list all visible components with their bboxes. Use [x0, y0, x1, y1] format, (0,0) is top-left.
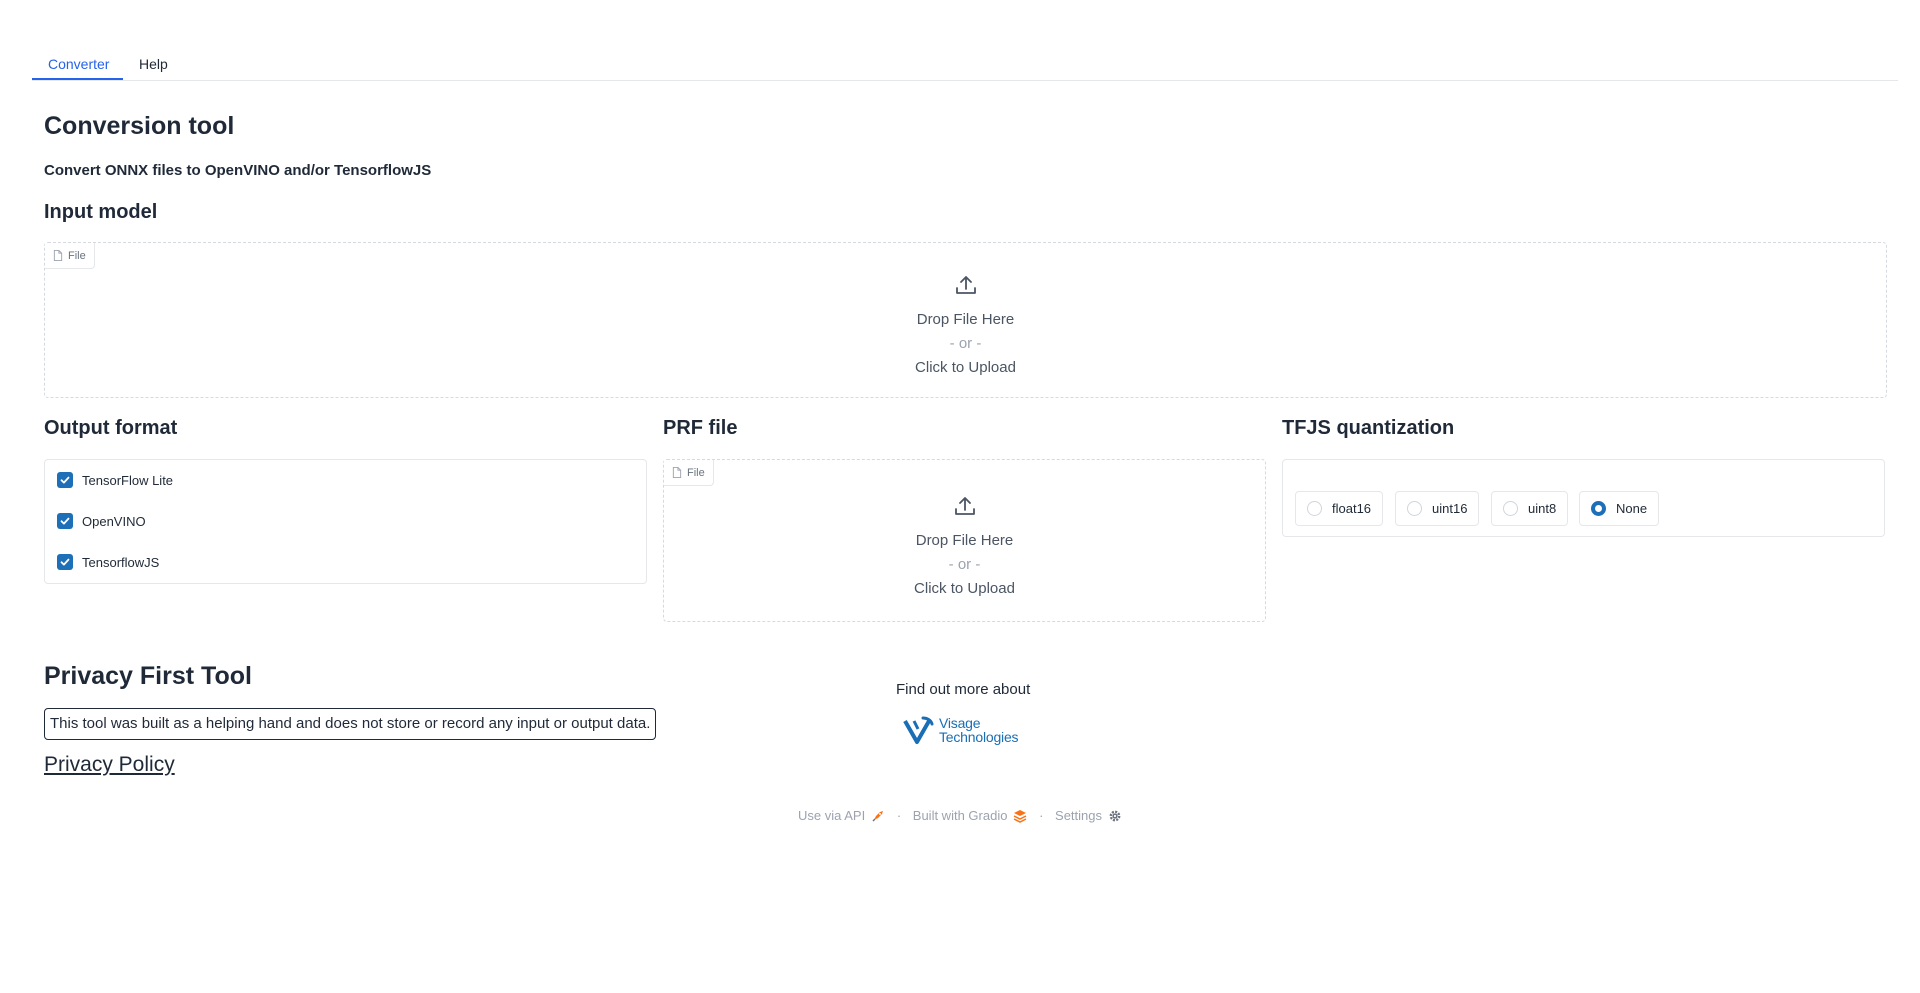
- settings-link[interactable]: Settings: [1055, 808, 1122, 823]
- radio-uint16[interactable]: uint16: [1395, 491, 1480, 526]
- checkbox-checked-icon: [57, 554, 73, 570]
- radio-none[interactable]: None: [1579, 491, 1660, 526]
- radio-label: None: [1616, 501, 1648, 516]
- output-format-heading: Output format: [44, 417, 178, 439]
- upload-icon: [664, 494, 1265, 523]
- prf-file-heading: PRF file: [663, 417, 738, 439]
- file-chip: File: [45, 243, 95, 269]
- separator: ·: [896, 808, 902, 823]
- input-model-heading: Input model: [44, 201, 158, 223]
- radio-unchecked-icon: [1307, 501, 1322, 516]
- gradio-logo-icon: [1014, 809, 1027, 823]
- privacy-statement: This tool was built as a helping hand an…: [44, 708, 657, 740]
- separator: ·: [1039, 808, 1044, 823]
- page-subtitle: Convert ONNX files to OpenVINO and/or Te…: [44, 162, 432, 179]
- checkbox-label: TensorflowJS: [82, 554, 160, 570]
- radio-label: uint16: [1432, 501, 1468, 516]
- use-via-api-label: Use via API: [797, 808, 866, 823]
- visage-technologies-logo[interactable]: Visage Technologies: [903, 715, 1019, 745]
- input-model-dropzone[interactable]: File Drop File Here - or - Click to Uplo…: [44, 242, 1887, 398]
- radio-checked-icon: [1591, 501, 1606, 516]
- checkbox-openvino[interactable]: OpenVINO: [57, 513, 146, 529]
- gear-icon: [1109, 810, 1121, 821]
- radio-label: uint8: [1528, 501, 1557, 516]
- visage-logo-icon: [903, 716, 934, 744]
- click-to-upload-text: Click to Upload: [914, 580, 1015, 597]
- tfjs-quantization-heading: TFJS quantization: [1282, 417, 1455, 439]
- checkbox-label: TensorFlow Lite: [82, 472, 174, 488]
- file-icon: [53, 250, 63, 261]
- logo-text-visage: Visage: [939, 715, 981, 731]
- rocket-icon: [872, 810, 884, 822]
- page-title: Conversion tool: [44, 112, 235, 140]
- settings-label: Settings: [1055, 808, 1103, 823]
- radio-unchecked-icon: [1407, 501, 1422, 516]
- or-text: - or -: [949, 335, 982, 352]
- radio-unchecked-icon: [1503, 501, 1518, 516]
- click-to-upload-text: Click to Upload: [915, 359, 1016, 376]
- checkbox-label: OpenVINO: [82, 513, 146, 529]
- use-via-api-link[interactable]: Use via API: [798, 808, 885, 823]
- checkbox-checked-icon: [57, 513, 73, 529]
- tab-help[interactable]: Help: [123, 48, 184, 80]
- file-icon: [672, 467, 682, 478]
- output-format-group: TensorFlow Lite OpenVINO TensorflowJS: [44, 459, 647, 584]
- find-out-more-text: Find out more about: [896, 681, 1031, 698]
- logo-text-technologies: Technologies: [939, 729, 1019, 745]
- built-with-gradio-label: Built with Gradio: [912, 808, 1008, 823]
- privacy-policy-link[interactable]: Privacy Policy: [44, 753, 175, 777]
- radio-label: float16: [1332, 501, 1372, 516]
- tab-bar: Converter Help: [32, 48, 1898, 81]
- tab-converter[interactable]: Converter: [32, 48, 123, 80]
- built-with-gradio-link[interactable]: Built with Gradio: [913, 808, 1028, 823]
- radio-uint8[interactable]: uint8: [1491, 491, 1569, 526]
- file-chip-label: File: [68, 249, 86, 262]
- checkbox-tensorflow-lite[interactable]: TensorFlow Lite: [57, 472, 173, 488]
- prf-file-dropzone[interactable]: File Drop File Here - or - Click to Uplo…: [663, 459, 1266, 622]
- checkbox-tensorflowjs[interactable]: TensorflowJS: [57, 554, 159, 570]
- radio-float16[interactable]: float16: [1295, 491, 1384, 526]
- drop-file-text: Drop File Here: [916, 311, 1015, 328]
- checkbox-checked-icon: [57, 472, 73, 488]
- upload-icon: [45, 273, 1886, 302]
- or-text: - or -: [948, 556, 981, 573]
- drop-file-text: Drop File Here: [915, 532, 1014, 549]
- file-chip: File: [664, 460, 714, 486]
- privacy-title: Privacy First Tool: [44, 662, 252, 690]
- footer: Use via API · Built with Gradio · Settin…: [0, 808, 1920, 823]
- file-chip-label: File: [687, 466, 705, 479]
